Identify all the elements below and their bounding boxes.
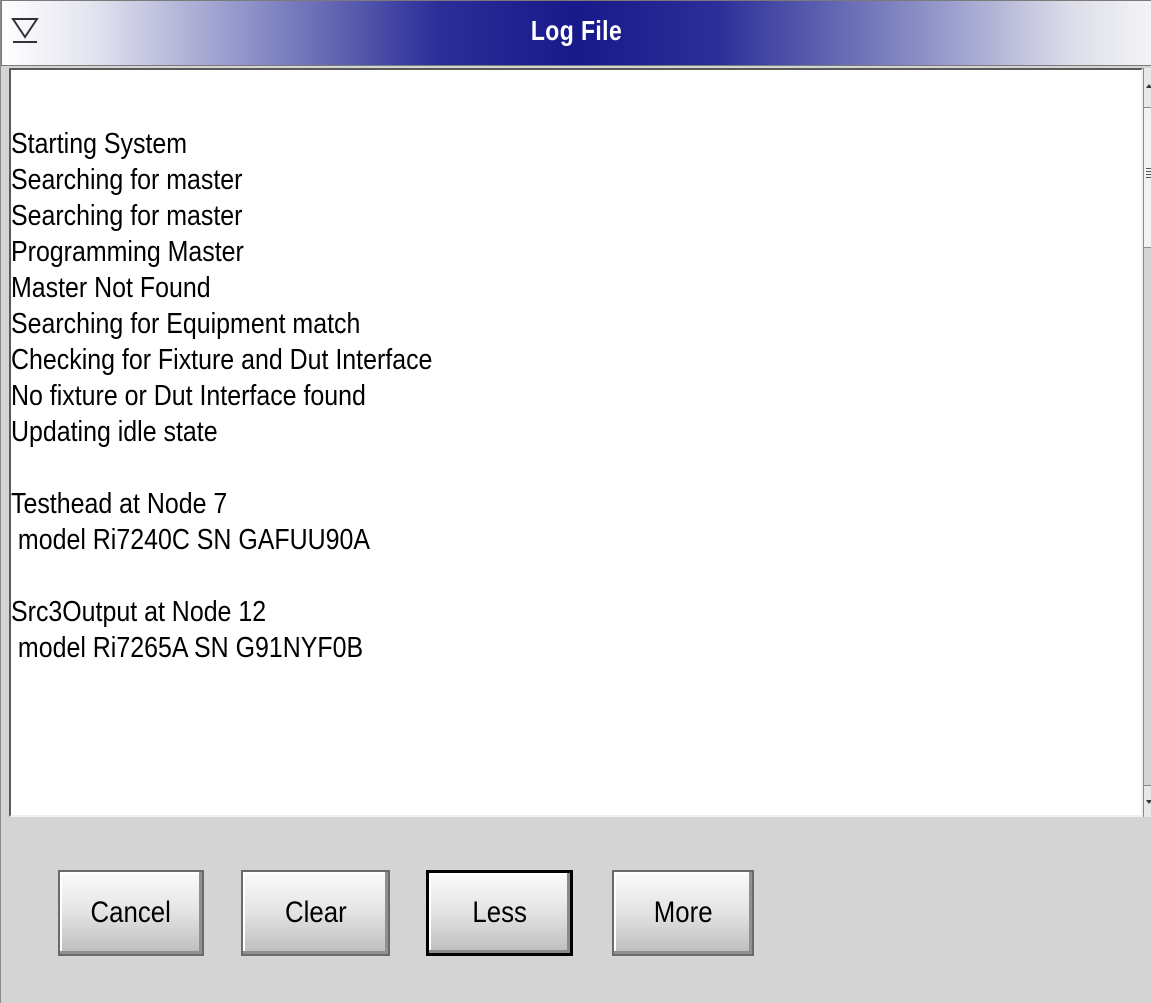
vertical-scrollbar[interactable]	[1143, 68, 1151, 817]
log-text-area[interactable]: Starting System Searching for master Sea…	[9, 68, 1143, 817]
window-menu-triangle-icon[interactable]	[10, 13, 40, 45]
scroll-thumb[interactable]	[1144, 108, 1151, 248]
log-line: Programming Master	[11, 236, 244, 268]
log-line: Searching for master	[11, 200, 243, 232]
log-line: Checking for Fixture and Dut Interface	[11, 344, 433, 376]
less-button[interactable]: Less	[426, 870, 573, 956]
log-line: model Ri7240C SN GAFUU90A	[11, 524, 371, 556]
log-line	[11, 558, 432, 594]
more-button[interactable]: More	[612, 870, 754, 956]
scroll-down-arrow-icon[interactable]	[1144, 785, 1151, 817]
log-file-window: Log File Starting System Searching for m…	[0, 0, 1151, 1003]
log-line: model Ri7265A SN G91NYF0B	[11, 632, 364, 664]
cancel-button[interactable]: Cancel	[58, 870, 204, 956]
cancel-button-label: Cancel	[90, 896, 172, 929]
window-title: Log File	[530, 15, 623, 46]
title-bar[interactable]: Log File	[1, 0, 1151, 66]
clear-button[interactable]: Clear	[241, 870, 390, 956]
scroll-grip-icon	[1146, 168, 1151, 180]
log-line: Src3Output at Node 12	[11, 596, 267, 628]
more-button-label: More	[653, 896, 713, 929]
clear-button-label: Clear	[284, 896, 347, 929]
log-line: Testhead at Node 7	[11, 488, 228, 520]
log-line: Updating idle state	[11, 416, 218, 448]
log-line: Searching for Equipment match	[11, 308, 361, 340]
scroll-up-arrow-icon[interactable]	[1144, 68, 1151, 108]
log-line: Starting System	[11, 128, 188, 160]
less-button-label: Less	[472, 896, 527, 929]
log-line: Master Not Found	[11, 272, 211, 304]
log-line: No fixture or Dut Interface found	[11, 380, 366, 412]
log-line	[11, 450, 432, 486]
log-lines: Starting System Searching for master Sea…	[11, 126, 501, 666]
log-line: Searching for master	[11, 164, 243, 196]
